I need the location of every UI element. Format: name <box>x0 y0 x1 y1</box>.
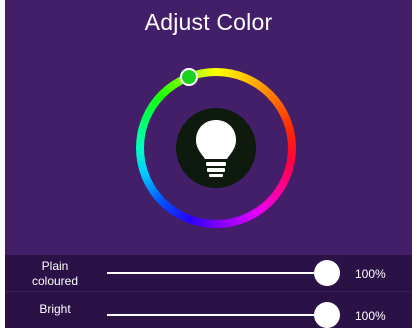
plain-coloured-label: Plain coloured <box>25 259 85 289</box>
bright-slider-track[interactable] <box>107 314 329 316</box>
plain-coloured-value: 100% <box>355 267 386 281</box>
lightbulb-icon <box>196 120 236 177</box>
plain-coloured-row: Plain coloured 100% <box>5 255 412 291</box>
page-title: Adjust Color <box>144 9 273 35</box>
controls-panel: Plain coloured 100% Bright 100% <box>5 255 412 328</box>
bright-row: Bright 100% <box>5 292 412 328</box>
plain-coloured-label-line2: coloured <box>31 274 79 288</box>
app-screen: Adjust Color Plain coloured 100% Bright … <box>5 0 412 328</box>
plain-coloured-slider-knob[interactable] <box>314 260 340 286</box>
color-wheel[interactable] <box>136 68 296 228</box>
plain-coloured-label-line1: Plain <box>41 259 69 273</box>
bright-label: Bright <box>39 302 71 316</box>
color-handle[interactable] <box>180 68 198 86</box>
bulb-preview <box>176 108 256 188</box>
bright-slider-knob[interactable] <box>314 302 340 328</box>
plain-coloured-slider-track[interactable] <box>107 272 329 274</box>
bright-value: 100% <box>355 309 386 323</box>
